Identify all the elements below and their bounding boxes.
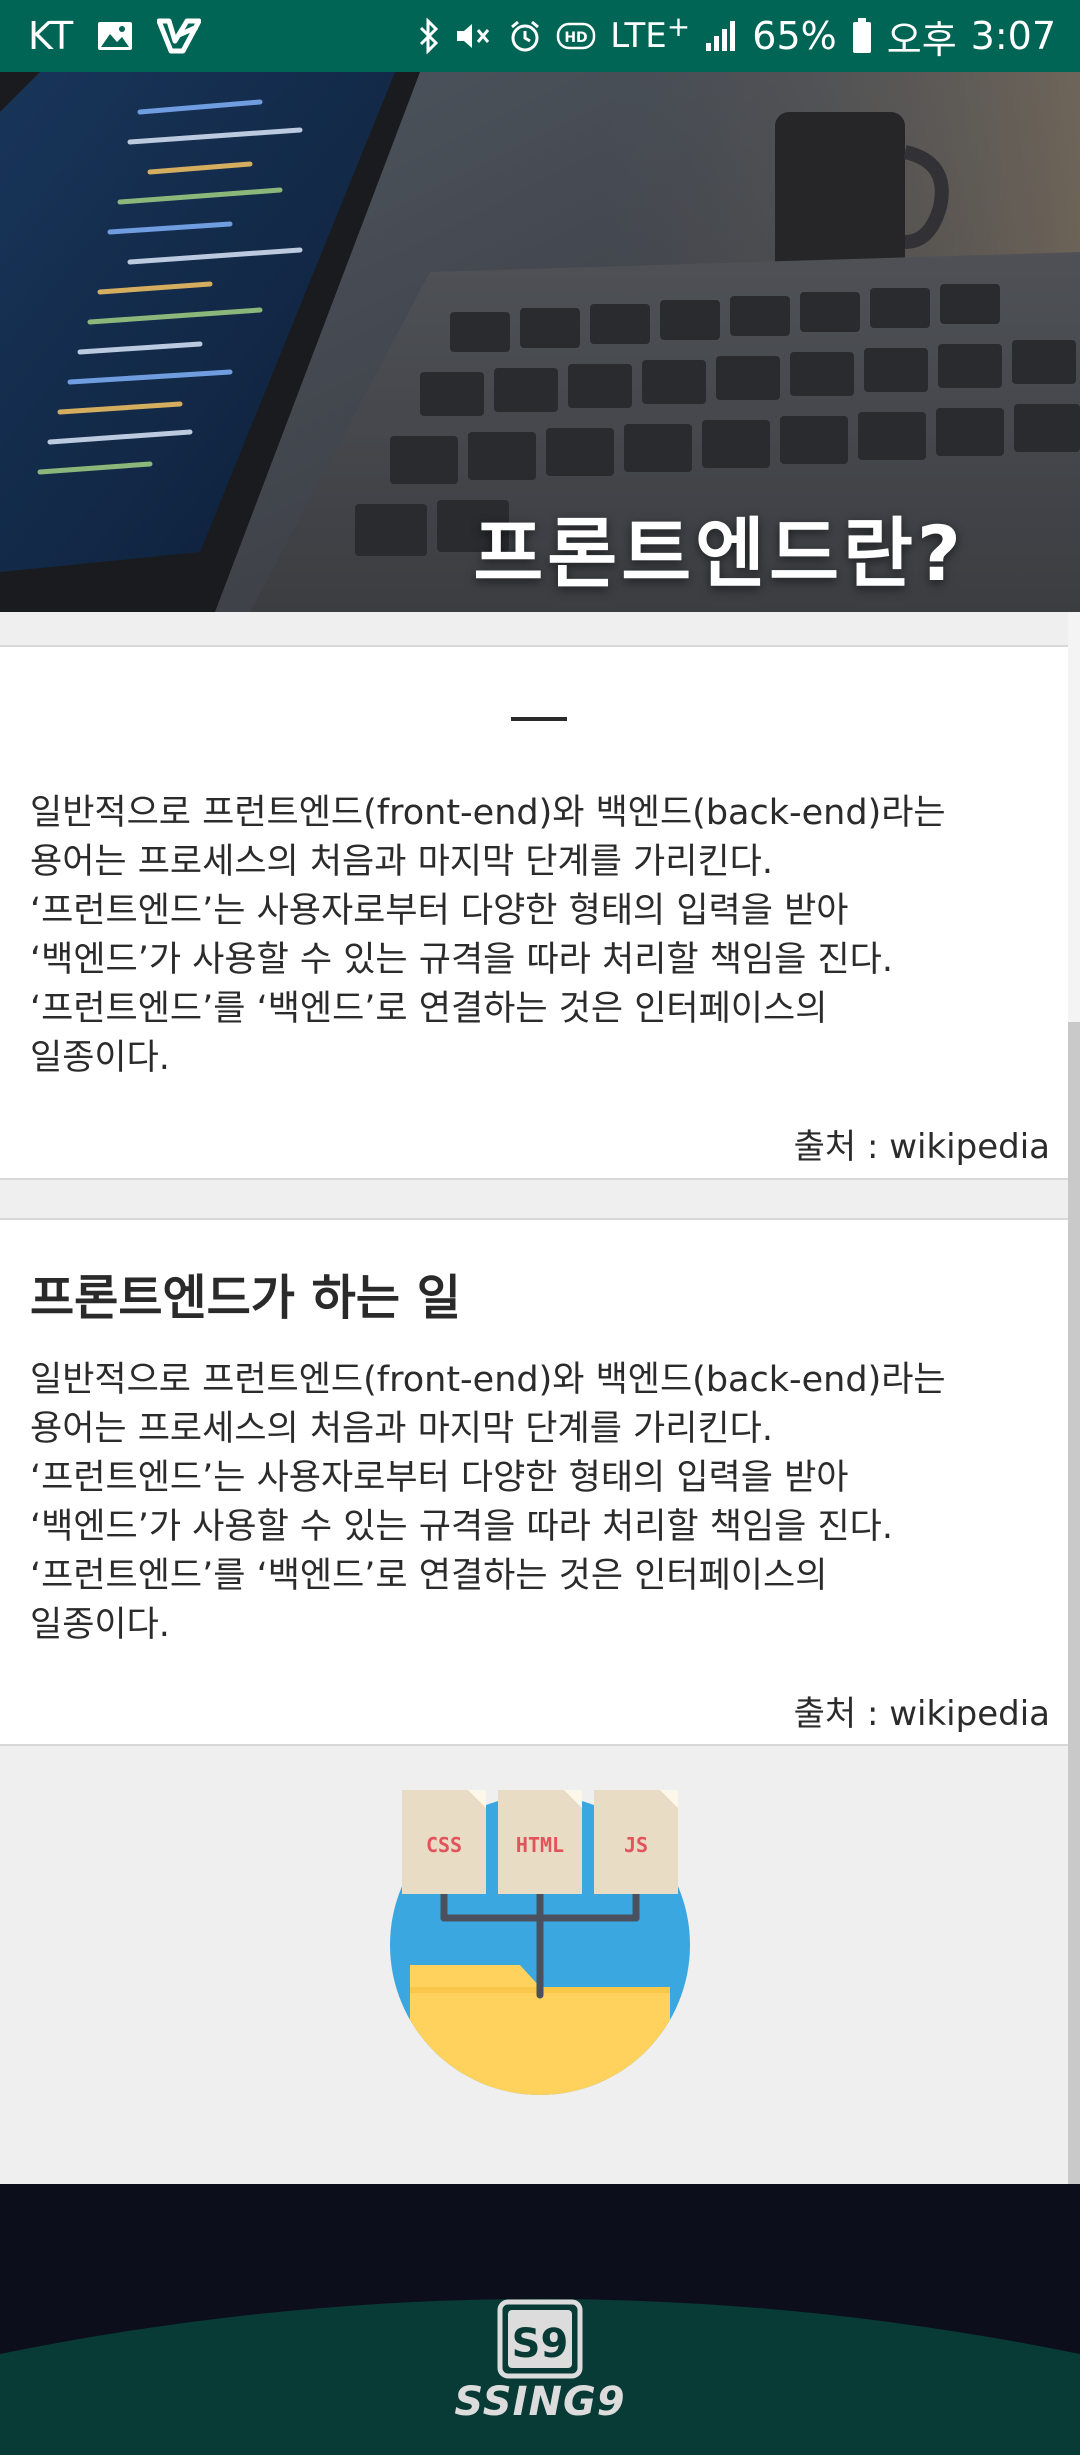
lte-indicator: LTE + <box>610 10 690 57</box>
intro-card: 일반적으로 프런트엔드(front-end)와 백엔드(back-end)라는 … <box>0 645 1068 1180</box>
intro-line: 일종이다. <box>30 1038 170 1078</box>
ampm-label: 오후 <box>886 17 957 62</box>
doc-label-js: JS <box>624 1833 648 1857</box>
battery-percent-label: 65% <box>752 14 837 58</box>
source-label: 출처 : wikipedia <box>793 1127 1050 1167</box>
html-document-icon: HTML <box>498 1790 582 1894</box>
role-text: 일반적으로 프런트엔드(front-end)와 백엔드(back-end)라는 … <box>30 1356 1060 1650</box>
mute-icon <box>454 16 494 56</box>
role-line: 용어는 프로세스의 처음과 마지막 단계를 가리킨다. <box>30 1409 773 1449</box>
network-label: LTE <box>610 16 667 56</box>
footer: S9 SSING9 <box>0 2184 1080 2455</box>
hd-icon: HD <box>556 16 596 56</box>
section-title: 프론트엔드가 하는 일 <box>30 1270 461 1326</box>
doc-label-css: CSS <box>426 1833 462 1857</box>
signal-icon <box>704 16 738 56</box>
status-bar: KT HD LTE + 65% 오후 3:07 <box>0 0 1080 72</box>
status-bar-left: KT <box>28 0 202 72</box>
scrollbar-thumb[interactable] <box>1068 1022 1080 2184</box>
folder-tree-icon: CSS HTML JS <box>390 1790 690 2095</box>
hero-banner: 프론트엔드란? <box>0 72 1080 612</box>
bluetooth-icon <box>418 16 440 56</box>
intro-text: 일반적으로 프런트엔드(front-end)와 백엔드(back-end)라는 … <box>30 789 1060 1083</box>
role-line: ‘백엔드’가 사용할 수 있는 규격을 따라 처리할 책임을 진다. <box>30 1507 893 1547</box>
brand-logo-mark: S9 <box>512 2321 569 2367</box>
alarm-icon <box>508 16 542 56</box>
brand-logo-icon: S9 <box>497 2299 583 2379</box>
intro-line: 용어는 프로세스의 처음과 마지막 단계를 가리킨다. <box>30 842 773 882</box>
intro-line: ‘프런트엔드’는 사용자로부터 다양한 형태의 입력을 받아 <box>30 891 849 931</box>
role-card: 프론트엔드가 하는 일 일반적으로 프런트엔드(front-end)와 백엔드(… <box>0 1218 1068 1746</box>
css-document-icon: CSS <box>402 1790 486 1894</box>
source-label: 출처 : wikipedia <box>793 1694 1050 1734</box>
js-document-icon: JS <box>594 1790 678 1894</box>
intro-line: ‘프런트엔드’를 ‘백엔드’로 연결하는 것은 인터페이스의 <box>30 989 828 1029</box>
carrier-label: KT <box>28 14 74 58</box>
svg-text:HD: HD <box>565 30 588 46</box>
folder-tree-illustration: CSS HTML JS <box>380 1790 700 2100</box>
doc-label-html: HTML <box>516 1833 564 1857</box>
role-line: 일종이다. <box>30 1605 170 1645</box>
hero-title: 프론트엔드란? <box>473 509 965 598</box>
intro-line: ‘백엔드’가 사용할 수 있는 규격을 따라 처리할 책임을 진다. <box>30 940 893 980</box>
intro-line: 일반적으로 프런트엔드(front-end)와 백엔드(back-end)라는 <box>30 793 946 833</box>
image-icon <box>97 16 133 56</box>
role-line: ‘프런트엔드’를 ‘백엔드’로 연결하는 것은 인터페이스의 <box>30 1556 828 1596</box>
time-label: 3:07 <box>970 14 1056 58</box>
battery-icon <box>851 16 873 56</box>
brand-name: SSING9 <box>454 2379 626 2425</box>
role-line: ‘프런트엔드’는 사용자로부터 다양한 형태의 입력을 받아 <box>30 1458 849 1498</box>
vimeo-like-icon <box>157 16 202 56</box>
network-sup-label: + <box>666 9 691 43</box>
divider-dash <box>511 717 567 721</box>
status-bar-right: HD LTE + 65% 오후 3:07 <box>418 0 1056 72</box>
role-line: 일반적으로 프런트엔드(front-end)와 백엔드(back-end)라는 <box>30 1360 946 1400</box>
